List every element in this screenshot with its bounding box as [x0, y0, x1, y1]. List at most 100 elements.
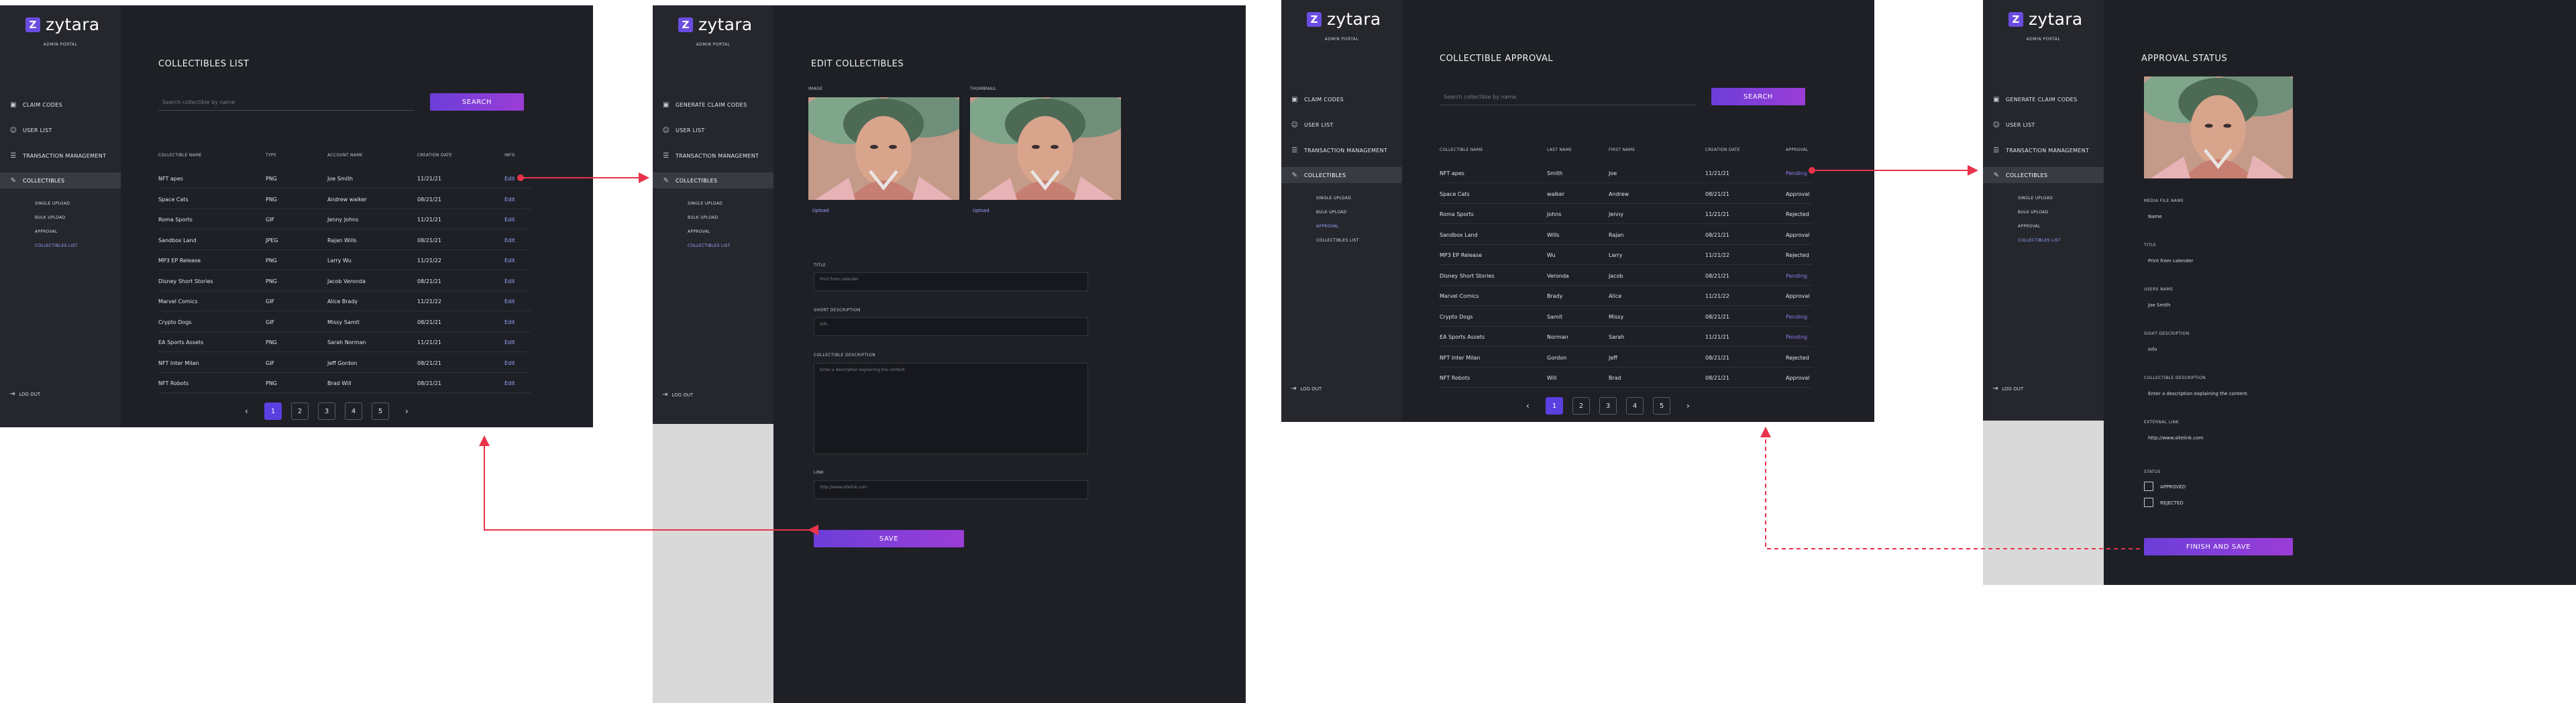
save-button[interactable]: SAVE	[814, 530, 964, 547]
nav-generate-claim-codes[interactable]: ▣ GENERATE CLAIM CODES	[1983, 91, 2104, 107]
nav-user-list[interactable]: ☺ USER LIST	[0, 122, 121, 138]
subnav-bulk-upload[interactable]: BULK UPLOAD	[688, 215, 718, 220]
brand-logo[interactable]: Z zytara	[25, 15, 99, 34]
edit-link[interactable]: Edit	[504, 299, 515, 305]
subnav-bulk-upload[interactable]: BULK UPLOAD	[35, 215, 65, 220]
page-button[interactable]: 3	[1599, 397, 1617, 415]
rejected-checkbox[interactable]	[2144, 498, 2153, 507]
subnav-single-upload[interactable]: SINGLE UPLOAD	[1316, 196, 1351, 201]
nav-claim-codes[interactable]: ▣ CLAIM CODES	[1281, 91, 1402, 107]
subnav-bulk-upload[interactable]: BULK UPLOAD	[2018, 210, 2048, 215]
collectible-description-field[interactable]: Enter a description explaining the conte…	[814, 363, 1088, 454]
subnav-approval[interactable]: APPROVAL	[2018, 224, 2041, 229]
approval-status[interactable]: Rejected	[1786, 252, 1809, 258]
column-header: ACCOUNT NAME	[327, 153, 363, 158]
clipboard-icon: ▣	[663, 101, 669, 109]
logout-button[interactable]: ⇥ LOG OUT	[9, 390, 40, 398]
approval-status[interactable]: Pending	[1786, 170, 1807, 176]
nav-generate-claim-codes[interactable]: ▣ GENERATE CLAIM CODES	[653, 97, 773, 113]
table-cell: Jacob Veronda	[327, 278, 366, 284]
edit-link[interactable]: Edit	[504, 380, 515, 386]
approval-status[interactable]: Approval	[1786, 232, 1810, 238]
row-divider	[1440, 284, 1813, 286]
subnav-collectibles-list[interactable]: COLLECTIBLES LIST	[2018, 238, 2061, 243]
approval-status[interactable]: Pending	[1786, 334, 1807, 340]
edit-link[interactable]: Edit	[504, 197, 515, 203]
nav-transaction-management[interactable]: ☰ TRANSACTION MANAGEMENT	[653, 148, 773, 164]
subnav-single-upload[interactable]: SINGLE UPLOAD	[35, 201, 70, 206]
page-button[interactable]: 3	[318, 402, 335, 420]
page-button[interactable]: 2	[1572, 397, 1590, 415]
logout-button[interactable]: ⇥ LOG OUT	[1992, 385, 2023, 392]
subnav-collectibles-list[interactable]: COLLECTIBLES LIST	[1316, 238, 1359, 243]
approval-status[interactable]: Pending	[1786, 273, 1807, 279]
nav-user-list[interactable]: ☺ USER LIST	[653, 122, 773, 138]
table-cell: 11/21/21	[417, 339, 441, 345]
page-button[interactable]: 1	[264, 402, 282, 420]
nav-collectibles[interactable]: ✎ COLLECTIBLES	[0, 172, 121, 188]
edit-link[interactable]: Edit	[504, 278, 515, 284]
subnav-bulk-upload[interactable]: BULK UPLOAD	[1316, 210, 1346, 215]
subnav-single-upload[interactable]: SINGLE UPLOAD	[688, 201, 722, 206]
logout-button[interactable]: ⇥ LOG OUT	[662, 391, 693, 398]
subnav-single-upload[interactable]: SINGLE UPLOAD	[2018, 196, 2053, 201]
search-input[interactable]: Search collectible by name	[1440, 89, 1696, 105]
link-field[interactable]: http://www.sitelink.com	[814, 480, 1088, 499]
page-button[interactable]: 2	[291, 402, 309, 420]
approval-status[interactable]: Approval	[1786, 375, 1810, 381]
nav-collectibles[interactable]: ✎ COLLECTIBLES	[653, 172, 773, 188]
nav-collectibles[interactable]: ✎ COLLECTIBLES	[1983, 167, 2104, 183]
prev-page-button[interactable]: ‹	[245, 407, 248, 416]
search-button[interactable]: SEARCH	[430, 93, 524, 111]
title-label: TITLE	[814, 263, 826, 268]
edit-link[interactable]: Edit	[504, 339, 515, 345]
detail-value: Print from calender	[2148, 258, 2194, 264]
approval-status[interactable]: Rejected	[1786, 211, 1809, 217]
detail-value: Info	[2148, 347, 2157, 352]
logout-button[interactable]: ⇥ LOG OUT	[1291, 385, 1322, 392]
approval-status[interactable]: Pending	[1786, 314, 1807, 320]
nav-transaction-management[interactable]: ☰ TRANSACTION MANAGEMENT	[0, 148, 121, 164]
next-page-button[interactable]: ›	[405, 407, 409, 416]
edit-link[interactable]: Edit	[504, 237, 515, 244]
prev-page-button[interactable]: ‹	[1526, 401, 1529, 411]
nav-collectibles[interactable]: ✎ COLLECTIBLES	[1281, 167, 1402, 183]
page-button[interactable]: 5	[1653, 397, 1670, 415]
nav-transaction-management[interactable]: ☰ TRANSACTION MANAGEMENT	[1983, 142, 2104, 158]
edit-link[interactable]: Edit	[504, 217, 515, 223]
edit-link[interactable]: Edit	[504, 258, 515, 264]
next-page-button[interactable]: ›	[1686, 401, 1690, 411]
thumbnail-upload-link[interactable]: Upload	[973, 208, 989, 213]
subnav-approval[interactable]: APPROVAL	[1316, 224, 1339, 229]
finish-and-save-button[interactable]: FINISH AND SAVE	[2144, 538, 2293, 555]
search-input[interactable]: Search collectible by name	[158, 95, 415, 111]
page-button[interactable]: 1	[1546, 397, 1563, 415]
approved-checkbox[interactable]	[2144, 482, 2153, 491]
title-field[interactable]: Print from calender	[814, 272, 1088, 291]
nav-user-list[interactable]: ☺ USER LIST	[1983, 117, 2104, 133]
search-button[interactable]: SEARCH	[1711, 88, 1805, 105]
page-button[interactable]: 4	[1626, 397, 1644, 415]
edit-link[interactable]: Edit	[504, 360, 515, 366]
nav-claim-codes[interactable]: ▣ CLAIM CODES	[0, 97, 121, 113]
brand-logo[interactable]: Z zytara	[2008, 9, 2082, 29]
subnav-collectibles-list[interactable]: COLLECTIBLES LIST	[688, 244, 731, 248]
nav-transaction-management[interactable]: ☰ TRANSACTION MANAGEMENT	[1281, 142, 1402, 158]
approval-status[interactable]: Approval	[1786, 191, 1810, 197]
nav-user-list[interactable]: ☺ USER LIST	[1281, 117, 1402, 133]
page-button[interactable]: 5	[372, 402, 389, 420]
edit-link[interactable]: Edit	[504, 176, 515, 182]
short-description-field[interactable]: Info	[814, 317, 1088, 336]
approval-status[interactable]: Rejected	[1786, 355, 1809, 361]
subnav-approval[interactable]: APPROVAL	[35, 229, 58, 234]
page-button[interactable]: 4	[345, 402, 362, 420]
brand-logo[interactable]: Z zytara	[1307, 9, 1381, 29]
brand-logo[interactable]: Z zytara	[678, 15, 752, 34]
column-header: CREATION DATE	[417, 153, 452, 158]
approval-status[interactable]: Approval	[1786, 293, 1810, 299]
subnav-approval[interactable]: APPROVAL	[688, 229, 710, 234]
table-cell: 08/21/21	[417, 360, 441, 366]
subnav-collectibles-list[interactable]: COLLECTIBLES LIST	[35, 244, 78, 248]
edit-link[interactable]: Edit	[504, 319, 515, 325]
image-upload-link[interactable]: Upload	[812, 208, 829, 213]
